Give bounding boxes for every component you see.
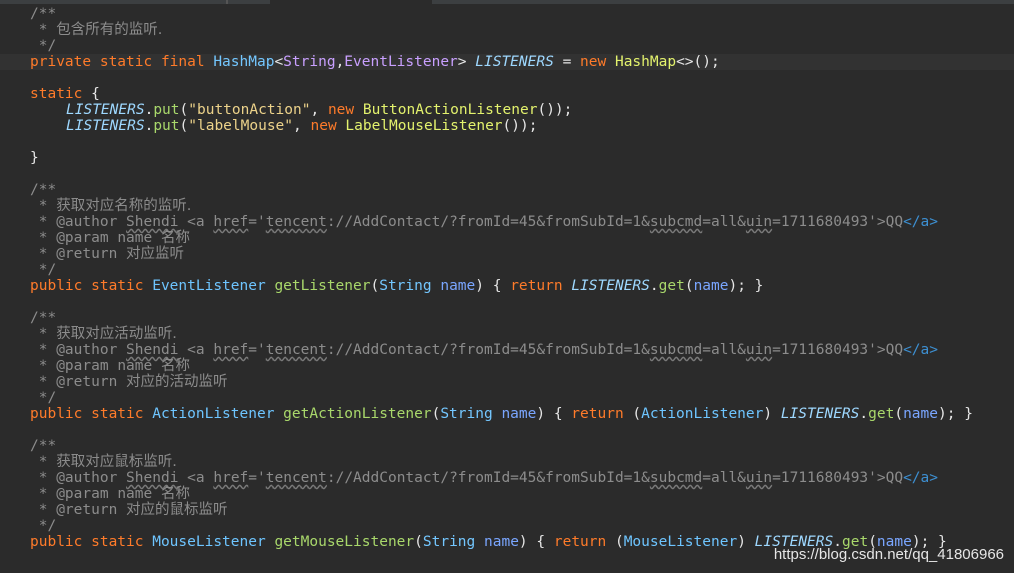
code-line-javadoc-return: * @return 对应的活动监听	[30, 374, 228, 390]
code-line-javadoc-close: */	[30, 518, 57, 534]
code-line-static-open: static {	[30, 86, 100, 102]
code-line-comment-text: * 包含所有的监听.	[30, 22, 163, 38]
code-line-put-button-action: LISTENERS.put("buttonAction", new Button…	[66, 102, 573, 118]
code-line-javadoc-open: /**	[30, 438, 57, 454]
code-line-javadoc-author: * @author Shendi <a href='tencent://AddC…	[30, 214, 938, 230]
code-line-javadoc-return: * @return 对应的鼠标监听	[30, 502, 228, 518]
code-line-comment-open: /**	[30, 6, 57, 22]
code-line-javadoc-param: * @param name 名称	[30, 230, 190, 246]
code-line-javadoc-close: */	[30, 262, 57, 278]
code-line-javadoc-text: * 获取对应活动监听.	[30, 326, 177, 342]
code-editor[interactable]: /** * 包含所有的监听. */ private static final H…	[0, 4, 1014, 573]
code-line-field-declaration: private static final HashMap<String,Even…	[0, 54, 1014, 70]
code-line-static-close: }	[30, 150, 39, 166]
code-line-javadoc-param: * @param name 名称	[30, 486, 190, 502]
code-line-javadoc-author: * @author Shendi <a href='tencent://AddC…	[30, 342, 938, 358]
code-line-javadoc-return: * @return 对应监听	[30, 246, 185, 262]
code-line-comment-close: */	[30, 38, 57, 54]
code-line-method-get-action-listener: public static ActionListener getActionLi…	[30, 406, 973, 422]
code-line-javadoc-text: * 获取对应鼠标监听.	[30, 454, 177, 470]
code-line-javadoc-text: * 获取对应名称的监听.	[30, 198, 192, 214]
code-line-javadoc-author: * @author Shendi <a href='tencent://AddC…	[30, 470, 938, 486]
code-line-put-label-mouse: LISTENERS.put("labelMouse", new LabelMou…	[66, 118, 538, 134]
code-line-javadoc-open: /**	[30, 182, 57, 198]
code-line-javadoc-open: /**	[30, 310, 57, 326]
csdn-watermark: https://blog.csdn.net/qq_41806966	[773, 546, 1004, 563]
code-line-javadoc-close: */	[30, 390, 57, 406]
code-line-javadoc-param: * @param name 名称	[30, 358, 190, 374]
code-line-method-get-listener: public static EventListener getListener(…	[30, 278, 764, 294]
